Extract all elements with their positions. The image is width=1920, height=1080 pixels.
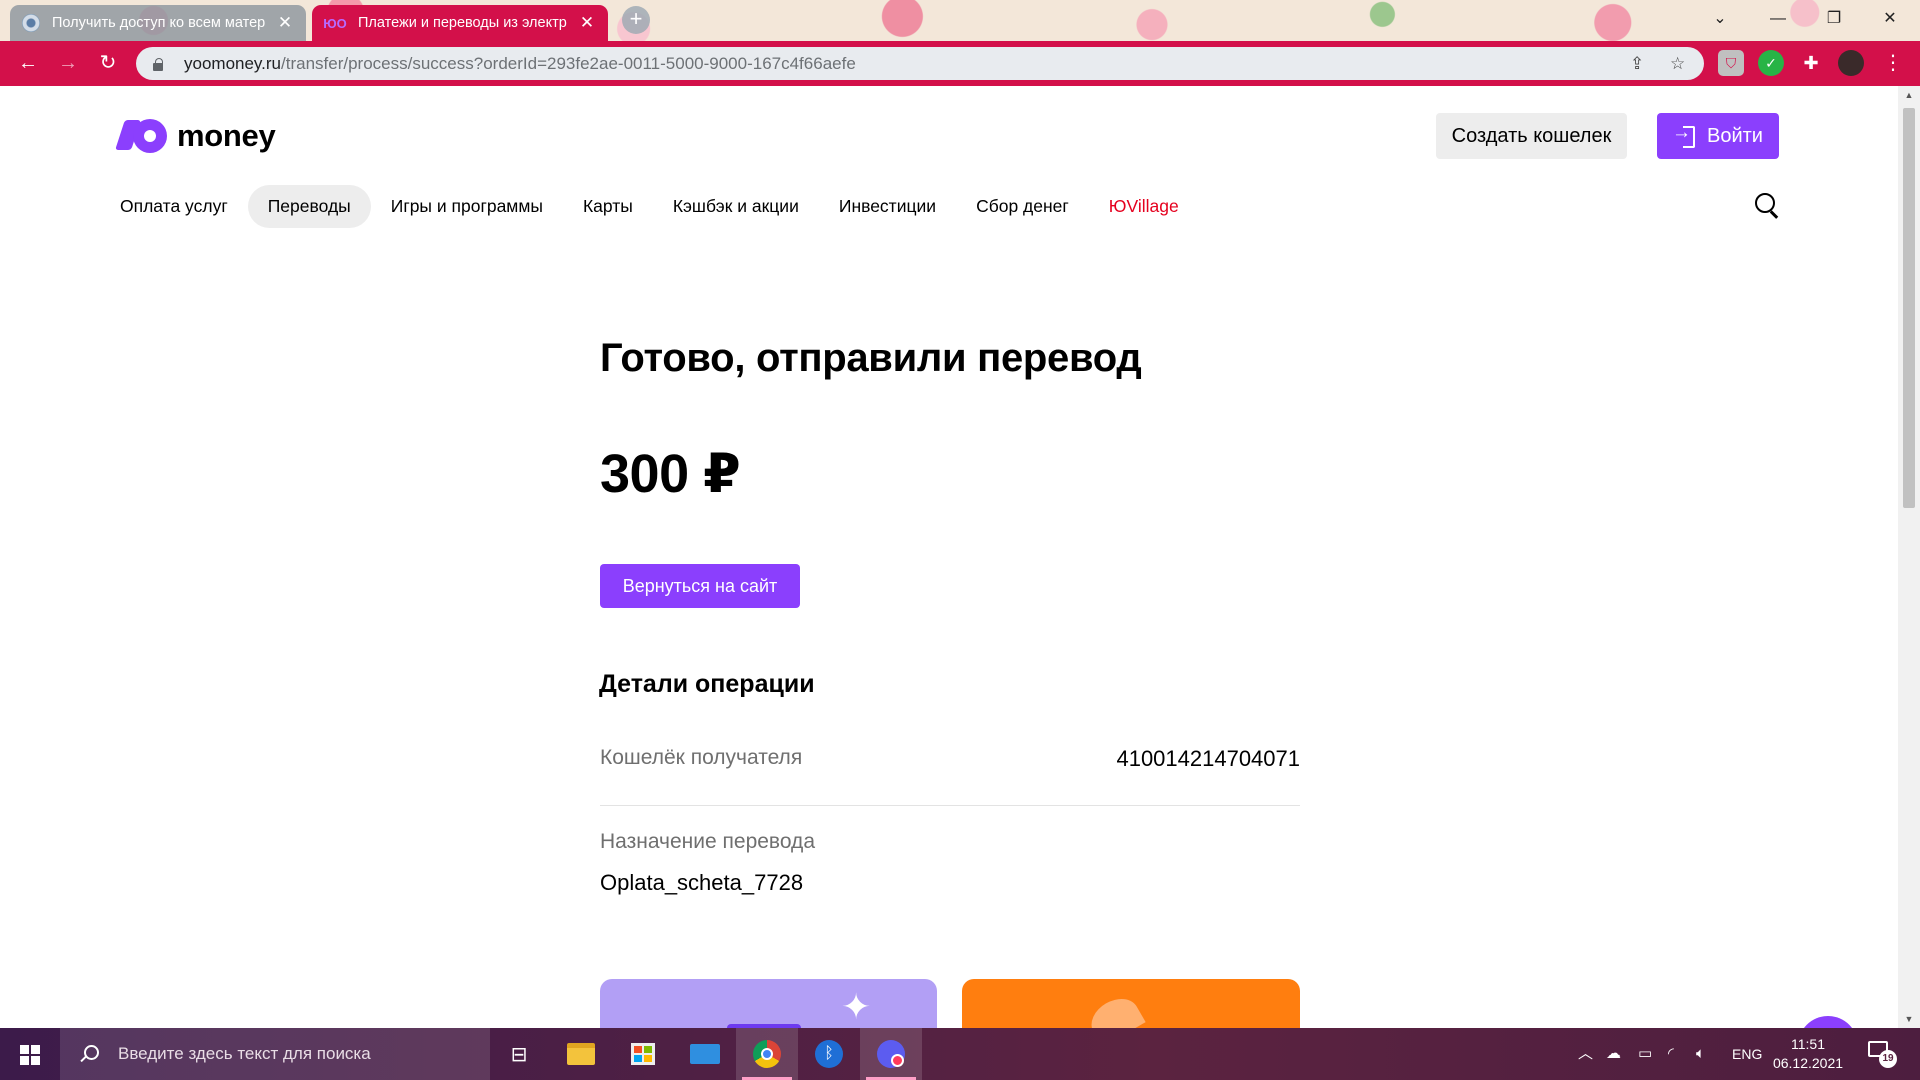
tray-chevron-icon[interactable]: ︿: [1578, 1028, 1593, 1080]
bookmark-star-icon[interactable]: ☆: [1670, 47, 1685, 80]
notification-count-badge: 19: [1879, 1050, 1897, 1068]
minimize-icon[interactable]: —: [1750, 0, 1806, 38]
search-icon[interactable]: [1754, 192, 1780, 218]
close-tab-icon[interactable]: ✕: [276, 13, 294, 33]
recipient-wallet-row: Кошелёк получателя 410014214704071: [600, 746, 1300, 806]
nav-item-transfers[interactable]: Переводы: [247, 184, 371, 228]
forward-arrow-icon[interactable]: →: [50, 41, 86, 86]
browser-menu-icon[interactable]: ⋮: [1880, 50, 1906, 76]
microsoft-store-icon[interactable]: [612, 1028, 674, 1080]
recipient-wallet-label: Кошелёк получателя: [600, 746, 803, 769]
globe-favicon-icon: [22, 14, 40, 32]
mail-icon[interactable]: [674, 1028, 736, 1080]
scroll-down-icon[interactable]: ▼: [1898, 1014, 1920, 1024]
language-indicator[interactable]: ENG: [1732, 1028, 1762, 1080]
video-call-app-icon[interactable]: [860, 1028, 922, 1080]
page: money Создать кошелек Войти Оплата услуг…: [0, 86, 1898, 1076]
browser-tab-2[interactable]: ЮО Платежи и переводы из электр ✕: [312, 5, 608, 41]
battery-icon[interactable]: ▭: [1638, 1028, 1652, 1080]
new-tab-button[interactable]: +: [622, 6, 650, 34]
transfer-purpose-label: Назначение перевода: [600, 830, 815, 853]
nav-item-fundraising[interactable]: Сбор денег: [956, 185, 1089, 228]
details-title: Детали операции: [599, 670, 815, 698]
file-explorer-icon[interactable]: [550, 1028, 612, 1080]
profile-avatar[interactable]: [1838, 50, 1864, 76]
start-button[interactable]: [0, 1028, 60, 1080]
promo-card-lilac[interactable]: ✦: [600, 979, 937, 1028]
restore-icon[interactable]: ❐: [1806, 0, 1862, 38]
search-icon: [80, 1045, 99, 1063]
onedrive-cloud-icon[interactable]: ☁: [1606, 1028, 1621, 1080]
wifi-icon[interactable]: ◜: [1668, 1028, 1674, 1080]
security-extension-icon[interactable]: ✓: [1758, 50, 1784, 76]
extensions-puzzle-icon[interactable]: ✚: [1798, 50, 1824, 76]
nav-item-cashback[interactable]: Кэшбэк и акции: [653, 185, 819, 228]
login-button[interactable]: Войти: [1657, 113, 1779, 159]
nav-item-investments[interactable]: Инвестиции: [819, 185, 956, 228]
nav-item-yuvillage[interactable]: ЮVillage: [1089, 185, 1199, 228]
clock[interactable]: 11:51 06.12.2021: [1768, 1035, 1848, 1073]
reload-icon[interactable]: ↻: [90, 41, 126, 86]
page-title: Готово, отправили перевод: [600, 336, 1142, 380]
yoomoney-favicon-icon: ЮО: [323, 15, 347, 31]
tab-title: Платежи и переводы из электр: [358, 15, 567, 31]
lock-icon[interactable]: [152, 57, 164, 71]
back-arrow-icon[interactable]: ←: [10, 41, 46, 86]
task-view-icon[interactable]: ⊟: [488, 1028, 550, 1080]
browser-tab-strip: Получить доступ ко всем матер ✕ ЮО Плате…: [0, 0, 1920, 41]
login-label: Войти: [1707, 124, 1763, 147]
yoomoney-logo[interactable]: money: [115, 118, 276, 154]
shield-extension-icon[interactable]: ⛉: [1718, 50, 1744, 76]
url-path: /transfer/process/success?orderId=293fe2…: [281, 53, 856, 73]
clock-date: 06.12.2021: [1772, 1055, 1844, 1071]
tab-title: Получить доступ ко всем матер: [52, 15, 266, 31]
share-icon[interactable]: ⇪: [1630, 47, 1644, 80]
transfer-purpose-value: Oplata_scheta_7728: [600, 870, 804, 895]
logo-text: money: [177, 118, 276, 153]
taskbar: Введите здесь текст для поиска ⊟ ᛒ ︿ ☁ ▭…: [0, 1028, 1920, 1080]
taskbar-search-placeholder: Введите здесь текст для поиска: [118, 1044, 371, 1063]
nav-item-cards[interactable]: Карты: [563, 185, 653, 228]
recipient-wallet-value: 410014214704071: [1116, 746, 1300, 771]
transfer-amount: 300 ₽: [600, 444, 741, 504]
taskbar-search[interactable]: Введите здесь текст для поиска: [60, 1028, 490, 1080]
browser-tab-1[interactable]: Получить доступ ко всем матер ✕: [10, 5, 306, 41]
close-window-icon[interactable]: ✕: [1862, 0, 1918, 38]
volume-icon[interactable]: 🔈︎: [1696, 1028, 1705, 1080]
scroll-up-icon[interactable]: ▲: [1898, 90, 1920, 100]
login-icon: [1672, 122, 1696, 148]
bluetooth-app-icon[interactable]: ᛒ: [798, 1028, 860, 1080]
url-host: yoomoney.ru: [184, 53, 282, 73]
nav-item-games[interactable]: Игры и программы: [371, 185, 563, 228]
nav-item-services[interactable]: Оплата услуг: [100, 185, 248, 228]
scrollbar-thumb[interactable]: [1903, 108, 1915, 508]
clock-time: 11:51: [1791, 1036, 1825, 1052]
chrome-icon[interactable]: [736, 1028, 798, 1080]
tab-search-icon[interactable]: ⌄: [1692, 0, 1748, 38]
browser-toolbar: ← → ↻ yoomoney.ru/transfer/process/succe…: [0, 41, 1920, 86]
notification-center-icon[interactable]: 19: [1868, 1041, 1897, 1068]
yoomoney-logo-icon: [115, 118, 167, 154]
sparkle-icon: ✦: [841, 986, 872, 1027]
create-wallet-button[interactable]: Создать кошелек: [1436, 113, 1627, 159]
address-bar[interactable]: yoomoney.ru/transfer/process/success?ord…: [136, 47, 1704, 80]
close-tab-icon[interactable]: ✕: [578, 13, 596, 33]
windows-logo-icon: [20, 1045, 40, 1065]
promo-card-orange[interactable]: [962, 979, 1300, 1028]
return-to-site-button[interactable]: Вернуться на сайт: [600, 564, 800, 608]
page-scrollbar[interactable]: ▲ ▼: [1898, 86, 1920, 1028]
main-nav: Оплата услуг Переводы Игры и программы К…: [100, 184, 1199, 228]
